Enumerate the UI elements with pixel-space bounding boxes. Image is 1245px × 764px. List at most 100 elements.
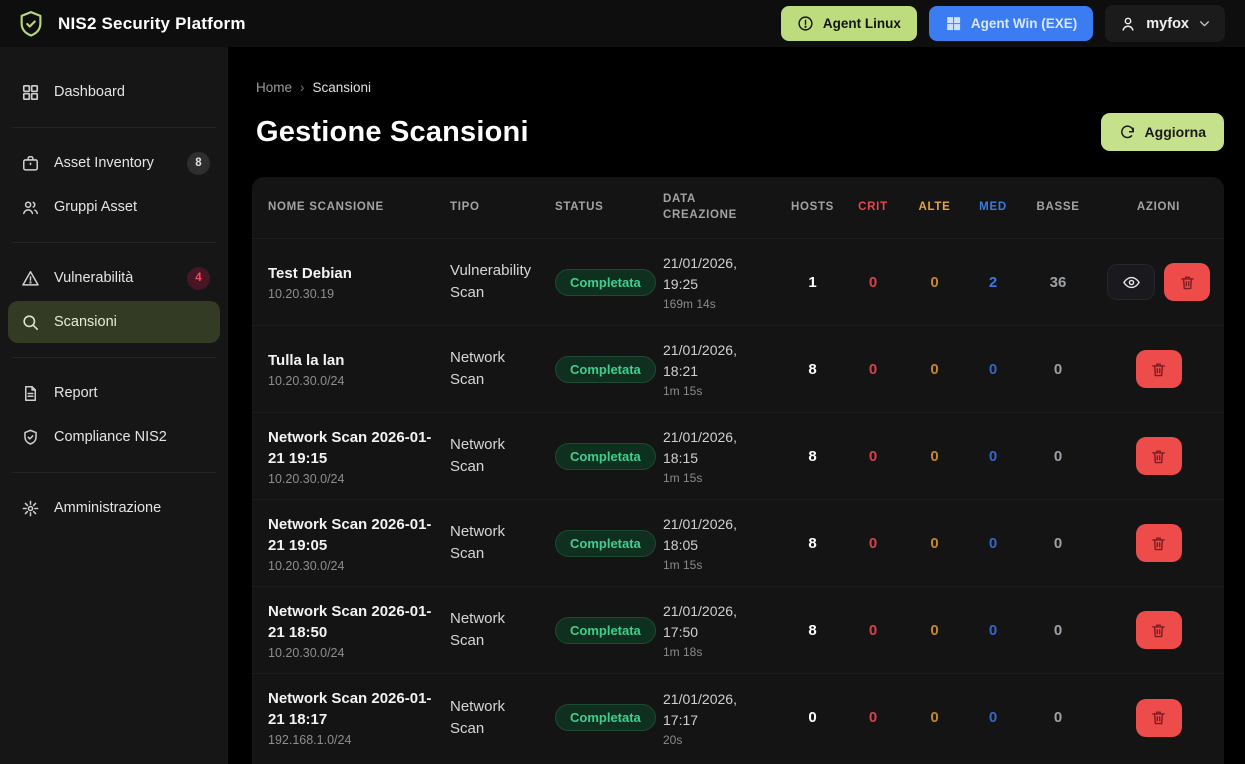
sidebar-item-asset-inventory[interactable]: Asset Inventory 8 <box>8 142 220 184</box>
table-row: Network Scan 2026-01-21 18:50 10.20.30.0… <box>252 587 1224 674</box>
sidebar-item-scansioni[interactable]: Scansioni <box>8 301 220 343</box>
topbar: NIS2 Security Platform Agent Linux Agent… <box>0 0 1245 47</box>
scan-duration: 1m 15s <box>663 384 785 398</box>
scan-date: 21/01/2026, 17:50 <box>663 601 758 643</box>
table-row: Network Scan 2026-01-21 19:05 10.20.30.0… <box>252 500 1224 587</box>
medium-count: 0 <box>963 622 1023 639</box>
high-count: 0 <box>906 361 963 378</box>
scan-target: 10.20.30.0/24 <box>268 646 450 660</box>
high-count: 0 <box>906 622 963 639</box>
sidebar-item-gruppi-asset[interactable]: Gruppi Asset <box>8 186 220 228</box>
column-header-med: Med <box>963 200 1023 216</box>
low-count: 0 <box>1023 622 1093 639</box>
scan-name: Network Scan 2026-01-21 18:50 <box>268 601 433 643</box>
delete-scan-button[interactable] <box>1136 350 1182 388</box>
delete-scan-button[interactable] <box>1164 263 1210 301</box>
column-header-azioni: Azioni <box>1093 200 1224 216</box>
refresh-label: Aggiorna <box>1145 124 1206 140</box>
scan-duration: 1m 15s <box>663 558 785 572</box>
agent-win-label: Agent Win (EXE) <box>971 16 1077 31</box>
scan-target: 10.20.30.0/24 <box>268 559 450 573</box>
sidebar-divider <box>12 127 216 128</box>
column-header-status: Status <box>555 200 663 216</box>
status-badge: Completata <box>555 269 656 296</box>
briefcase-icon <box>20 154 40 173</box>
breadcrumb-separator: › <box>300 80 305 95</box>
delete-scan-button[interactable] <box>1136 611 1182 649</box>
refresh-icon <box>1119 124 1136 141</box>
column-header-tipo: Tipo <box>450 200 555 216</box>
sidebar-item-label: Compliance NIS2 <box>54 429 210 445</box>
refresh-button[interactable]: Aggiorna <box>1101 113 1224 151</box>
delete-scan-button[interactable] <box>1136 699 1182 737</box>
critical-count: 0 <box>840 448 906 465</box>
scan-date: 21/01/2026, 18:05 <box>663 514 758 556</box>
scan-target: 192.168.1.0/24 <box>268 733 450 747</box>
search-icon <box>20 313 40 332</box>
sidebar-item-dashboard[interactable]: Dashboard <box>8 71 220 113</box>
shield-check-icon <box>20 428 40 447</box>
hosts-count: 0 <box>785 709 840 726</box>
scan-target: 10.20.30.0/24 <box>268 374 450 388</box>
sidebar-item-label: Gruppi Asset <box>54 199 210 215</box>
agent-linux-button[interactable]: Agent Linux <box>781 6 917 41</box>
table-row: Test Debian 10.20.30.19 Vulnerability Sc… <box>252 239 1224 326</box>
user-icon <box>1119 15 1137 33</box>
scan-name: Test Debian <box>268 263 433 284</box>
low-count: 0 <box>1023 709 1093 726</box>
status-badge: Completata <box>555 617 656 644</box>
status-badge: Completata <box>555 530 656 557</box>
user-name: myfox <box>1146 16 1189 32</box>
medium-count: 0 <box>963 535 1023 552</box>
column-header-basse: Basse <box>1023 200 1093 216</box>
delete-scan-button[interactable] <box>1136 524 1182 562</box>
table-header-row: Nome Scansione Tipo Status Data Creazion… <box>252 177 1224 239</box>
low-count: 0 <box>1023 535 1093 552</box>
table-row: Network Scan 2026-01-21 19:15 10.20.30.0… <box>252 413 1224 500</box>
low-count: 0 <box>1023 448 1093 465</box>
asset-count-badge: 8 <box>187 152 210 175</box>
critical-count: 0 <box>840 361 906 378</box>
high-count: 0 <box>906 535 963 552</box>
sidebar-divider <box>12 357 216 358</box>
scan-duration: 169m 14s <box>663 297 785 311</box>
user-menu[interactable]: myfox <box>1105 5 1225 42</box>
low-count: 0 <box>1023 361 1093 378</box>
scan-name: Network Scan 2026-01-21 19:15 <box>268 427 433 469</box>
settings-icon <box>20 499 40 518</box>
scans-table: Nome Scansione Tipo Status Data Creazion… <box>252 177 1224 764</box>
page-title: Gestione Scansioni <box>256 116 529 149</box>
critical-count: 0 <box>840 709 906 726</box>
medium-count: 2 <box>963 274 1023 291</box>
scan-type: Network Scan <box>450 434 542 478</box>
sidebar-item-vulnerabilita[interactable]: Vulnerabilità 4 <box>8 257 220 299</box>
sidebar-item-compliance-nis2[interactable]: Compliance NIS2 <box>8 416 220 458</box>
high-count: 0 <box>906 709 963 726</box>
app-title: NIS2 Security Platform <box>58 14 246 34</box>
column-header-hosts: Hosts <box>785 200 840 216</box>
scan-type: Vulnerability Scan <box>450 260 542 304</box>
alert-circle-icon <box>797 15 814 32</box>
scan-name: Network Scan 2026-01-21 18:17 <box>268 688 433 730</box>
sidebar-item-report[interactable]: Report <box>8 372 220 414</box>
delete-scan-button[interactable] <box>1136 437 1182 475</box>
column-header-crit: Crit <box>840 200 906 216</box>
view-scan-button[interactable] <box>1107 264 1155 300</box>
scan-target: 10.20.30.19 <box>268 287 450 301</box>
critical-count: 0 <box>840 274 906 291</box>
windows-logo-icon <box>945 15 962 32</box>
breadcrumb: Home › Scansioni <box>256 47 1224 95</box>
sidebar: Dashboard Asset Inventory 8 Gruppi Asset <box>0 47 228 764</box>
table-row: Tulla la lan 10.20.30.0/24 Network Scan … <box>252 326 1224 413</box>
breadcrumb-home[interactable]: Home <box>256 80 292 95</box>
sidebar-item-label: Asset Inventory <box>54 155 173 171</box>
sidebar-divider <box>12 472 216 473</box>
sidebar-item-amministrazione[interactable]: Amministrazione <box>8 487 220 529</box>
alert-triangle-icon <box>20 269 40 288</box>
critical-count: 0 <box>840 622 906 639</box>
hosts-count: 1 <box>785 274 840 291</box>
medium-count: 0 <box>963 448 1023 465</box>
sidebar-divider <box>12 242 216 243</box>
agent-win-button[interactable]: Agent Win (EXE) <box>929 6 1093 41</box>
column-header-alte: Alte <box>906 200 963 216</box>
